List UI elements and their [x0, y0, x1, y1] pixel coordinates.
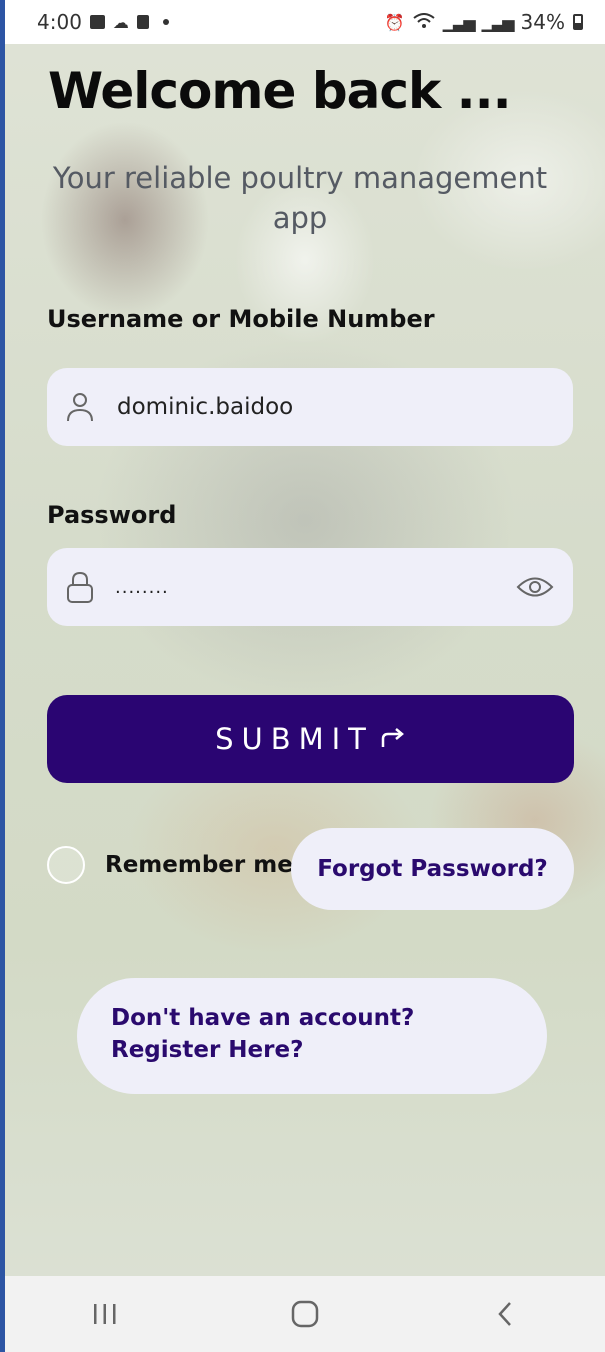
- page-title: Welcome back ...: [48, 62, 512, 120]
- status-bar: 4:00 ☁ ⏰ ▁▃▅ ▁▃▅ 34%: [5, 0, 605, 44]
- submit-label: SUBMIT: [215, 722, 374, 756]
- register-button[interactable]: Don't have an account? Register Here?: [77, 978, 547, 1094]
- username-label: Username or Mobile Number: [47, 305, 435, 333]
- signal-icon: ▁▃▅: [442, 12, 476, 32]
- forgot-password-button[interactable]: Forgot Password?: [291, 828, 574, 910]
- password-label: Password: [47, 501, 177, 529]
- password-input[interactable]: ........: [115, 577, 515, 598]
- back-icon[interactable]: [475, 1284, 535, 1344]
- signal-icon-2: ▁▃▅: [481, 12, 515, 32]
- username-input[interactable]: [115, 393, 555, 421]
- notification-dot: [162, 19, 169, 25]
- battery-icon: [573, 14, 583, 30]
- nav-bar: [5, 1276, 605, 1352]
- cloud-icon: ☁: [112, 12, 129, 32]
- status-right: ⏰ ▁▃▅ ▁▃▅ 34%: [385, 10, 583, 34]
- remember-label: Remember me: [105, 852, 293, 878]
- app-screen: 4:00 ☁ ⏰ ▁▃▅ ▁▃▅ 34% Welcome back ... Yo…: [5, 0, 605, 1352]
- submit-button[interactable]: SUBMIT: [47, 695, 574, 783]
- eye-icon[interactable]: [515, 570, 555, 604]
- remember-me[interactable]: Remember me: [47, 846, 293, 884]
- sim-icon: [136, 15, 149, 29]
- status-time: 4:00: [37, 10, 82, 34]
- lock-icon: [65, 570, 95, 604]
- redo-arrow-icon: [380, 722, 406, 756]
- user-icon: [65, 390, 95, 424]
- recents-icon[interactable]: [75, 1284, 135, 1344]
- gallery-icon: [89, 15, 105, 29]
- status-left: 4:00 ☁: [37, 10, 169, 34]
- battery-percent: 34%: [520, 10, 565, 34]
- remember-radio[interactable]: [47, 846, 85, 884]
- alarm-icon: ⏰: [384, 12, 405, 32]
- wifi-icon: [413, 10, 435, 34]
- password-field[interactable]: ........: [47, 548, 573, 626]
- username-field[interactable]: [47, 368, 573, 446]
- page-subtitle: Your reliable poultry management app: [52, 161, 548, 235]
- home-icon[interactable]: [275, 1284, 335, 1344]
